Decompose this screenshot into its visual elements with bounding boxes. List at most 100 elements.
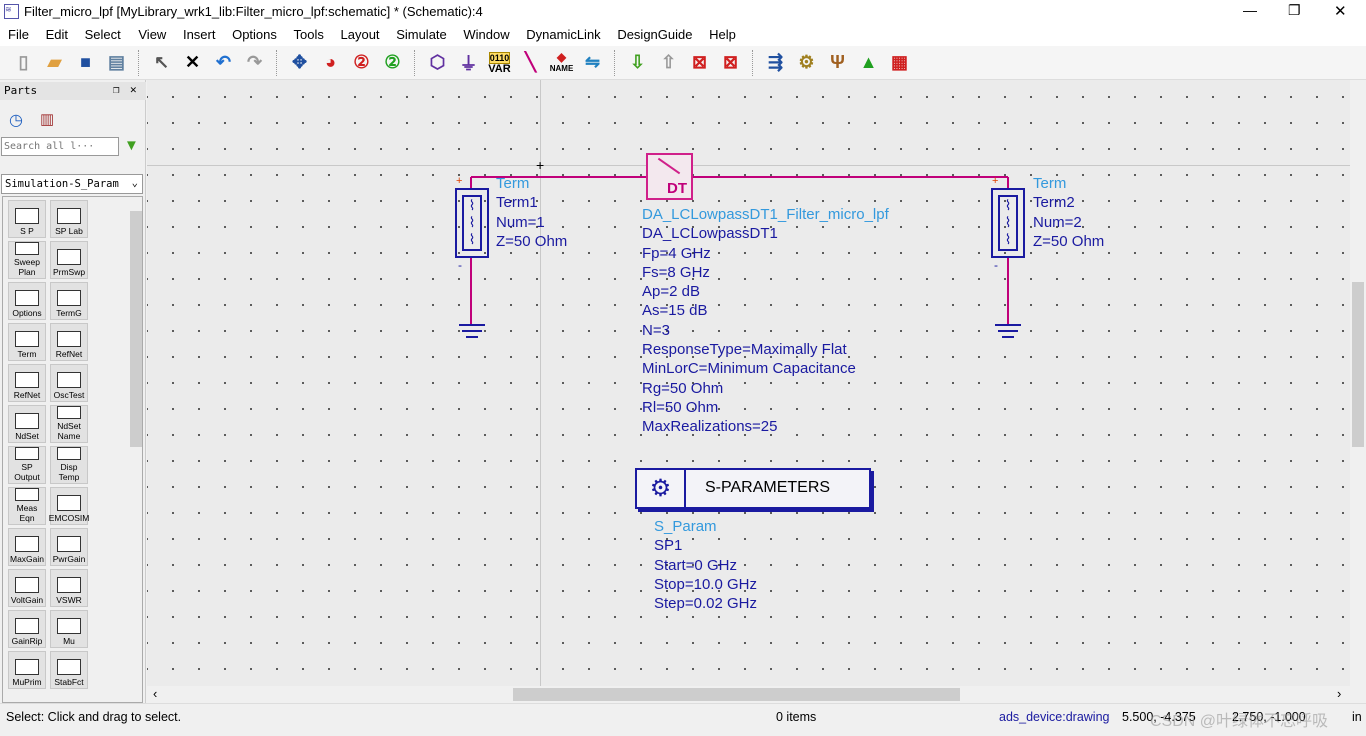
dt-component[interactable]: DT: [646, 153, 693, 200]
scroll-thumb[interactable]: [130, 211, 142, 447]
part-item[interactable]: Sweep Plan: [8, 241, 46, 279]
scroll-right-icon[interactable]: ›: [1337, 686, 1341, 701]
name-icon[interactable]: ◆ NAME: [548, 49, 575, 76]
short-icon[interactable]: ⊠: [717, 49, 744, 76]
sparam-component[interactable]: ⚙ S-PARAMETERS: [635, 468, 871, 509]
menu-insert[interactable]: Insert: [183, 24, 216, 42]
close-panel-icon[interactable]: ✕: [130, 83, 137, 96]
part-item[interactable]: Options: [8, 282, 46, 320]
part-item[interactable]: S P: [8, 200, 46, 238]
zoom-area-icon[interactable]: ◕: [317, 49, 344, 76]
part-item[interactable]: MaxGain: [8, 528, 46, 566]
zoom-in-icon[interactable]: ②: [348, 49, 375, 76]
part-item[interactable]: SP Output: [8, 446, 46, 484]
push-into-icon[interactable]: ⇩: [624, 49, 651, 76]
wire[interactable]: [1007, 258, 1009, 324]
menu-file[interactable]: File: [8, 24, 29, 42]
part-item[interactable]: VSWR: [50, 569, 88, 607]
redo-icon[interactable]: ↷: [241, 49, 268, 76]
maximize-button[interactable]: ❐: [1288, 2, 1301, 19]
part-item[interactable]: TermG: [50, 282, 88, 320]
part-item[interactable]: VoltGain: [8, 569, 46, 607]
part-item[interactable]: GainRip: [8, 610, 46, 648]
undo-icon[interactable]: ↶: [210, 49, 237, 76]
wire[interactable]: [470, 258, 472, 324]
close-button[interactable]: ✕: [1334, 2, 1347, 20]
wire[interactable]: [693, 176, 1008, 178]
optimize-icon[interactable]: Ψ: [824, 49, 851, 76]
part-item[interactable]: RefNet: [50, 323, 88, 361]
menu-edit[interactable]: Edit: [46, 24, 68, 42]
menu-options[interactable]: Options: [232, 24, 277, 42]
save-icon[interactable]: ■: [72, 49, 99, 76]
zoom-out-icon[interactable]: ②: [379, 49, 406, 76]
pop-out-icon[interactable]: ⇧: [655, 49, 682, 76]
filter-icon[interactable]: ▼: [124, 137, 139, 154]
library-icon[interactable]: ▥: [40, 110, 54, 128]
ground-icon[interactable]: ⏚: [455, 49, 482, 76]
scroll-left-icon[interactable]: ‹: [153, 686, 157, 701]
menu-tools[interactable]: Tools: [294, 24, 324, 42]
part-item[interactable]: PrmSwp: [50, 241, 88, 279]
menu-designguide[interactable]: DesignGuide: [617, 24, 692, 42]
menu-window[interactable]: Window: [463, 24, 509, 42]
parts-search-input[interactable]: [1, 137, 119, 156]
port-icon[interactable]: ⬡: [424, 49, 451, 76]
part-item[interactable]: EMCOSIM: [49, 487, 89, 525]
history-icon[interactable]: ◷: [9, 110, 23, 130]
part-item[interactable]: Meas Eqn: [8, 487, 46, 525]
part-item[interactable]: Term: [8, 323, 46, 361]
part-item[interactable]: OscTest: [50, 364, 88, 402]
minimize-button[interactable]: —: [1243, 2, 1257, 18]
menu-select[interactable]: Select: [85, 24, 121, 42]
part-item[interactable]: NdSet Name: [50, 405, 88, 443]
param-line: MaxRealizations=25: [642, 418, 778, 436]
canvas-vscrollbar[interactable]: [1350, 80, 1366, 686]
status-layer[interactable]: ads_device:drawing: [999, 710, 1110, 724]
menu-help[interactable]: Help: [709, 24, 736, 42]
part-item[interactable]: StabFct: [50, 651, 88, 689]
insert-pin-icon[interactable]: ⇋: [579, 49, 606, 76]
term2-symbol[interactable]: ⌇ ⌇ ⌇: [991, 188, 1025, 258]
dt-label[interactable]: DA_LCLowpassDT1_Filter_micro_lpf DA_LCLo…: [642, 205, 889, 437]
part-item[interactable]: RefNet: [8, 364, 46, 402]
library-select[interactable]: Simulation-S_Param ⌄: [1, 174, 143, 194]
part-item[interactable]: SP Lab: [50, 200, 88, 238]
palette-scrollbar[interactable]: [130, 197, 142, 702]
param-line: Step=0.02 GHz: [654, 595, 757, 613]
deactivate-icon[interactable]: ⊠: [686, 49, 713, 76]
part-item[interactable]: PwrGain: [50, 528, 88, 566]
menu-layout[interactable]: Layout: [341, 24, 380, 42]
select-arrow-icon[interactable]: ↖: [148, 49, 175, 76]
part-icon: [57, 331, 81, 347]
menu-dynamiclink[interactable]: DynamicLink: [526, 24, 600, 42]
var-icon[interactable]: 0110 VAR: [486, 49, 513, 76]
print-icon[interactable]: ▤: [103, 49, 130, 76]
part-item[interactable]: MuPrim: [8, 651, 46, 689]
term1-symbol[interactable]: ⌇ ⌇ ⌇: [455, 188, 489, 258]
delete-icon[interactable]: ✕: [179, 49, 206, 76]
term2-label[interactable]: Term Term2 Num=2 Z=50 Ohm: [1033, 174, 1104, 251]
float-icon[interactable]: ❐: [113, 83, 120, 96]
display-data-icon[interactable]: ▦: [886, 49, 913, 76]
term1-label[interactable]: Term Term1 Num=1 Z=50 Ohm: [496, 174, 567, 251]
menu-simulate[interactable]: Simulate: [396, 24, 447, 42]
scroll-thumb[interactable]: [513, 688, 960, 701]
new-icon[interactable]: ▯: [10, 49, 37, 76]
menu-view[interactable]: View: [138, 24, 166, 42]
plus-marker: +: [456, 175, 463, 187]
simulate-setup-icon[interactable]: ⇶: [762, 49, 789, 76]
canvas-hscrollbar[interactable]: ‹ ›: [147, 686, 1350, 703]
part-icon: [57, 495, 81, 511]
open-icon[interactable]: ▰: [41, 49, 68, 76]
status-message: Select: Click and drag to select.: [6, 710, 182, 724]
pan-icon[interactable]: ✥: [286, 49, 313, 76]
sparam-label[interactable]: S_Param SP1 Start=0 GHz Stop=10.0 GHz Step=…: [654, 517, 757, 613]
wire-icon[interactable]: ╲: [517, 49, 544, 76]
tune-icon[interactable]: ⚙: [793, 49, 820, 76]
ground-icon: [459, 324, 485, 342]
part-item[interactable]: Mu: [50, 610, 88, 648]
up-arrow-icon[interactable]: ▲: [855, 49, 882, 76]
part-item[interactable]: Disp Temp: [50, 446, 88, 484]
part-item[interactable]: NdSet: [8, 405, 46, 443]
